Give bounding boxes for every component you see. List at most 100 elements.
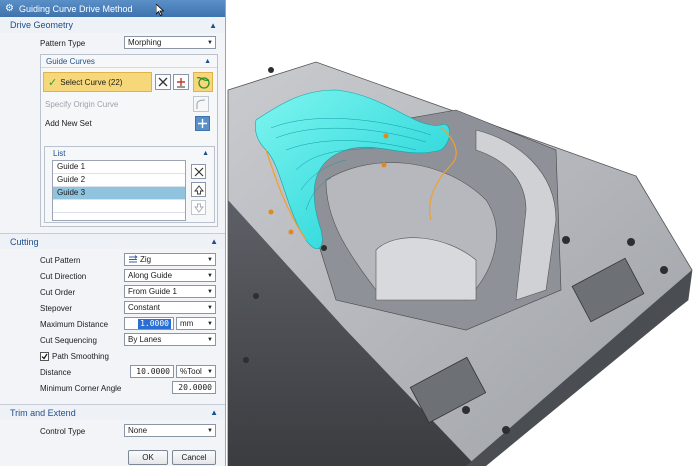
mouse-cursor-icon — [156, 4, 164, 16]
hole — [502, 426, 510, 434]
guide-list: Guide 1 Guide 2 Guide 3 — [52, 160, 186, 221]
path-smoothing-row: Path Smoothing — [0, 348, 225, 364]
trim-extend-title: Trim and Extend — [10, 407, 76, 418]
dialog-titlebar[interactable]: ⚙ Guiding Curve Drive Method — [0, 0, 225, 17]
move-up-icon[interactable] — [191, 182, 206, 197]
cut-direction-label: Cut Direction — [40, 271, 87, 281]
cut-direction-value: Along Guide — [128, 271, 173, 280]
distance-unit: %Tool — [180, 367, 202, 376]
collapse-chevron-icon[interactable]: ▲ — [209, 21, 217, 30]
cut-pattern-dropdown[interactable]: Zig ▼ — [124, 253, 216, 266]
cut-direction-row: Cut Direction Along Guide ▼ — [0, 268, 225, 284]
delete-icon[interactable] — [191, 164, 206, 179]
guide-point — [381, 162, 387, 168]
trim-extend-header[interactable]: Trim and Extend ▲ — [0, 404, 225, 420]
distance-row: Distance 10.0000 %Tool ▼ — [0, 364, 225, 380]
gear-icon: ⚙ — [5, 3, 14, 14]
list-item[interactable]: Guide 2 — [53, 174, 185, 187]
max-distance-value: 1.0000 — [138, 319, 171, 329]
specify-origin-label: Specify Origin Curve — [45, 100, 119, 109]
stepover-dropdown[interactable]: Constant ▼ — [124, 301, 216, 314]
cut-sequencing-dropdown[interactable]: By Lanes ▼ — [124, 333, 216, 346]
add-set-icon[interactable] — [195, 116, 210, 131]
graphics-viewport[interactable] — [226, 0, 700, 466]
hole — [321, 245, 327, 251]
cutting-body: Cut Pattern Zig ▼ Cut Direction Along Gu… — [0, 252, 225, 396]
stepover-row: Stepover Constant ▼ — [0, 300, 225, 316]
drive-geometry-header[interactable]: Drive Geometry ▲ — [0, 17, 225, 33]
origin-curve-icon[interactable] — [193, 96, 209, 112]
chevron-down-icon: ▼ — [207, 39, 213, 46]
collapse-chevron-icon[interactable]: ▲ — [204, 58, 211, 65]
chevron-down-icon: ▼ — [207, 427, 213, 434]
max-distance-label: Maximum Distance — [40, 319, 109, 329]
cut-pattern-label: Cut Pattern — [40, 255, 81, 265]
move-down-icon[interactable] — [191, 200, 206, 215]
chevron-down-icon: ▼ — [207, 336, 213, 343]
pattern-type-row: Pattern Type Morphing ▼ — [0, 33, 225, 53]
list-item[interactable]: Guide 1 — [53, 161, 185, 174]
chevron-down-icon: ▼ — [207, 256, 213, 263]
chevron-down-icon: ▼ — [207, 368, 213, 375]
hole — [243, 357, 249, 363]
collapse-chevron-icon[interactable]: ▲ — [210, 237, 218, 246]
ok-button[interactable]: OK — [128, 450, 168, 465]
path-smoothing-label: Path Smoothing — [52, 351, 109, 361]
max-distance-input[interactable]: 1.0000 — [124, 317, 174, 330]
add-curve-icon[interactable] — [173, 74, 189, 90]
list-title: List — [53, 148, 66, 158]
cancel-button[interactable]: Cancel — [172, 450, 216, 465]
control-type-dropdown[interactable]: None ▼ — [124, 424, 216, 437]
pattern-type-value: Morphing — [128, 38, 162, 47]
hole — [660, 266, 668, 274]
chevron-down-icon: ▼ — [207, 272, 213, 279]
guide-curves-header[interactable]: Guide Curves ▲ — [41, 55, 217, 68]
collapse-chevron-icon[interactable]: ▲ — [202, 150, 209, 157]
control-type-value: None — [128, 426, 148, 435]
list-header[interactable]: List ▲ — [45, 147, 214, 159]
check-icon: ✓ — [48, 76, 58, 89]
remove-icon[interactable] — [155, 74, 171, 90]
cut-sequencing-label: Cut Sequencing — [40, 335, 97, 345]
stepover-value: Constant — [128, 303, 161, 312]
list-item-selected[interactable]: Guide 3 — [53, 187, 185, 200]
mold-model — [227, 61, 693, 466]
select-curve-label: Select Curve (22) — [60, 77, 123, 87]
min-corner-angle-input[interactable]: 20.0000 — [172, 381, 216, 394]
stepover-label: Stepover — [40, 303, 73, 313]
cut-pattern-display: Zig — [128, 255, 151, 264]
min-corner-angle-label: Minimum Corner Angle — [40, 383, 122, 393]
cut-pattern-value: Zig — [140, 255, 152, 264]
max-distance-unit: mm — [180, 319, 194, 328]
guide-point — [288, 229, 294, 235]
check-icon — [41, 353, 48, 359]
drive-geometry-title: Drive Geometry — [10, 20, 74, 30]
distance-input[interactable]: 10.0000 — [130, 365, 174, 378]
hole — [253, 293, 259, 299]
max-distance-unit-dropdown[interactable]: mm ▼ — [176, 317, 216, 330]
list-item-empty — [53, 200, 185, 213]
pattern-type-dropdown[interactable]: Morphing ▼ — [124, 36, 216, 49]
list-group: List ▲ Guide 1 Guide 2 Guide 3 — [44, 146, 215, 223]
cut-order-value: From Guide 1 — [128, 287, 177, 296]
zig-pattern-icon — [129, 255, 138, 263]
dialog-footer: OK Cancel — [0, 446, 225, 466]
cut-order-dropdown[interactable]: From Guide 1 ▼ — [124, 285, 216, 298]
guiding-curve-dialog: ⚙ Guiding Curve Drive Method Drive Geome… — [0, 0, 226, 466]
max-distance-row: Maximum Distance 1.0000 mm ▼ — [0, 316, 225, 332]
select-curve-button[interactable]: ✓ Select Curve (22) — [43, 72, 152, 92]
cut-direction-dropdown[interactable]: Along Guide ▼ — [124, 269, 216, 282]
curve-select-icon[interactable] — [193, 72, 213, 92]
control-type-row: Control Type None ▼ — [0, 423, 225, 439]
distance-unit-dropdown[interactable]: %Tool ▼ — [176, 365, 216, 378]
path-smoothing-checkbox[interactable] — [40, 351, 49, 361]
cutting-header[interactable]: Cutting ▲ — [0, 233, 225, 249]
add-new-set-label: Add New Set — [45, 119, 92, 128]
cut-order-label: Cut Order — [40, 287, 76, 297]
cut-sequencing-value: By Lanes — [128, 335, 162, 344]
guide-curves-group: Guide Curves ▲ ✓ Select Curve (22) Speci… — [40, 54, 218, 227]
hole — [268, 67, 274, 73]
min-corner-angle-row: Minimum Corner Angle 20.0000 — [0, 380, 225, 396]
cutting-title: Cutting — [10, 236, 39, 247]
collapse-chevron-icon[interactable]: ▲ — [210, 408, 218, 417]
